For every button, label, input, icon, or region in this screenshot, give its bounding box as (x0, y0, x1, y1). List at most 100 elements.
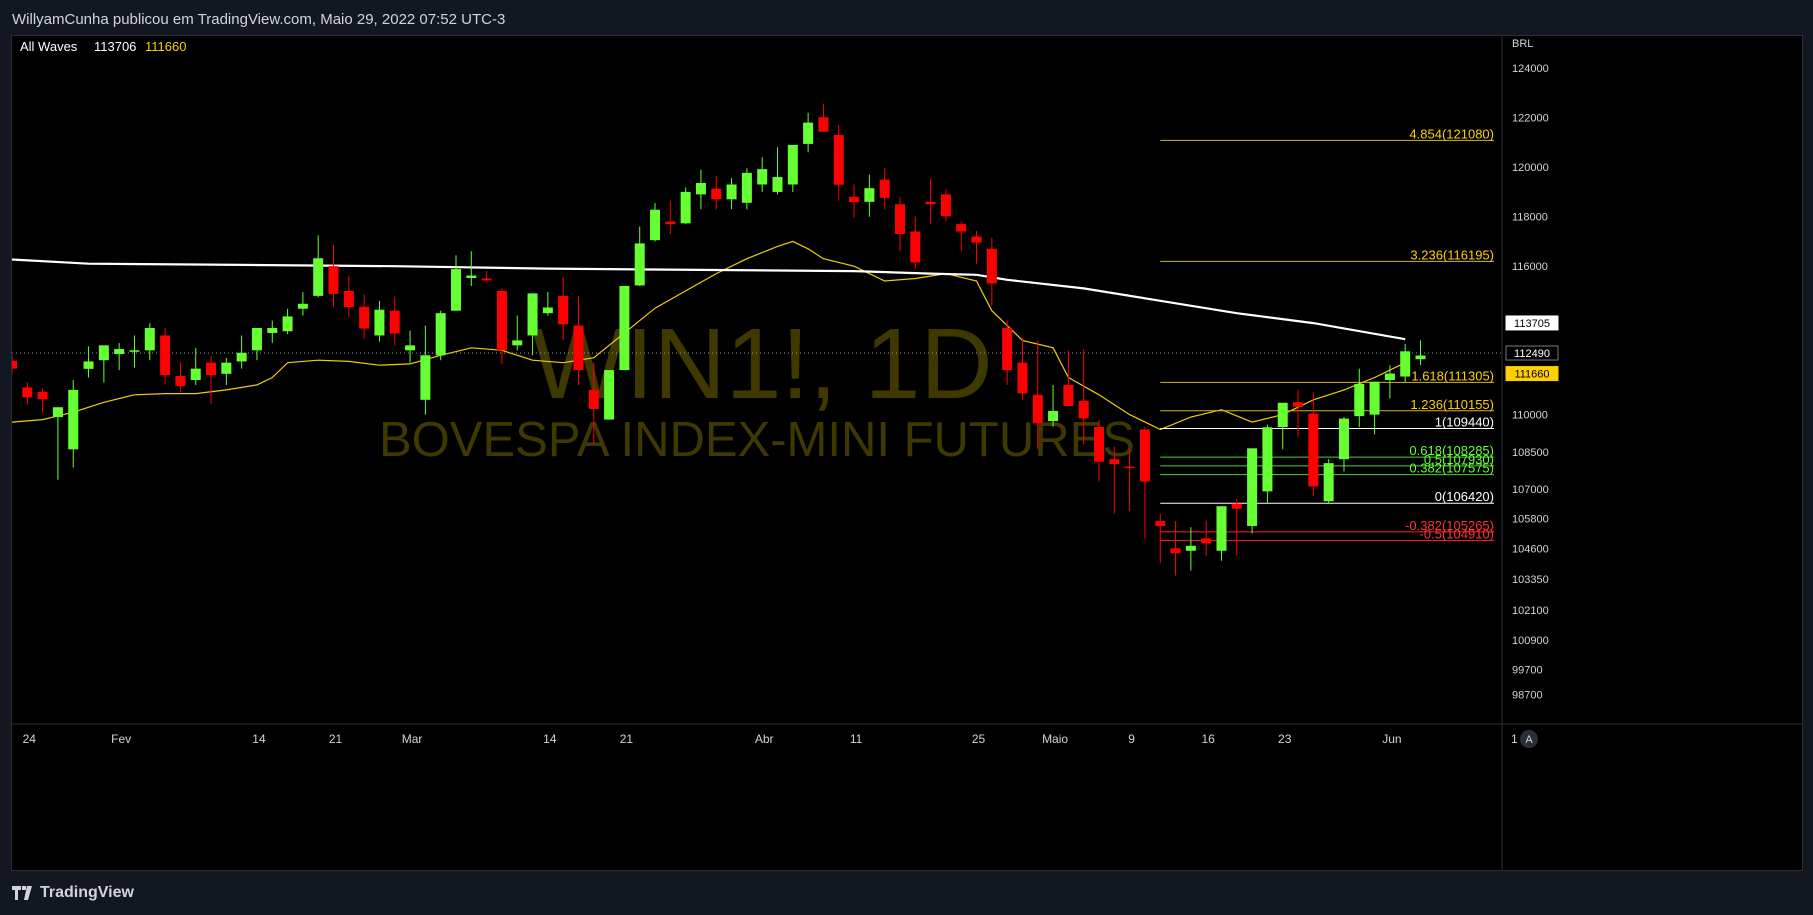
candle-body[interactable] (236, 352, 247, 362)
candle-body[interactable] (1354, 383, 1365, 417)
candle-body[interactable] (420, 355, 431, 400)
candle-body[interactable] (175, 376, 186, 386)
candle-body[interactable] (1155, 521, 1166, 527)
candle-body[interactable] (849, 196, 860, 203)
candle-body[interactable] (389, 310, 400, 334)
tradingview-logo[interactable]: TradingView (12, 884, 134, 902)
candle-body[interactable] (1262, 427, 1273, 492)
candle-body[interactable] (910, 231, 921, 263)
candle-body[interactable] (619, 285, 630, 371)
candle-body[interactable] (940, 194, 951, 217)
candle-body[interactable] (1109, 459, 1120, 465)
candle-body[interactable] (864, 188, 875, 202)
candle-body[interactable] (925, 201, 936, 205)
candle-body[interactable] (986, 248, 997, 284)
candle-body[interactable] (894, 204, 905, 234)
candle-body[interactable] (435, 313, 446, 356)
candle-body[interactable] (1063, 384, 1074, 406)
candle-body[interactable] (1293, 402, 1304, 407)
candle-body[interactable] (1369, 381, 1380, 415)
candle-body[interactable] (374, 309, 385, 336)
candle-body[interactable] (833, 134, 844, 185)
time-axis[interactable]: 24 Fev 14 21 Mar 14 21 Abr 11 25 Maio 9 16 23 Jun 1 (23, 732, 1518, 746)
candle-body[interactable] (1247, 448, 1258, 527)
candle-body[interactable] (1415, 355, 1426, 360)
candle-body[interactable] (450, 269, 461, 311)
candle-body[interactable] (1216, 506, 1227, 551)
candle-body[interactable] (129, 350, 140, 352)
candle-body[interactable] (1338, 418, 1349, 460)
candle-body[interactable] (1170, 548, 1181, 554)
candle-body[interactable] (1201, 538, 1212, 544)
candle-body[interactable] (83, 361, 94, 369)
candle-body[interactable] (343, 290, 354, 307)
candle-body[interactable] (98, 345, 109, 361)
price-axis[interactable]: 124000 122000 120000 118000 116000 110000 1085… (1505, 63, 1559, 701)
candle-body[interactable] (114, 349, 125, 355)
candle-body[interactable] (604, 370, 615, 420)
candle-body[interactable] (144, 328, 155, 351)
candle-body[interactable] (1078, 400, 1089, 419)
candle-body[interactable] (267, 328, 278, 333)
candle-body[interactable] (634, 243, 645, 286)
candle-body[interactable] (803, 122, 814, 144)
candle-body[interactable] (1323, 463, 1334, 502)
candle-body[interactable] (405, 345, 416, 351)
candle-body[interactable] (466, 275, 477, 279)
candle-body[interactable] (558, 295, 569, 325)
candle-body[interactable] (711, 188, 722, 200)
auto-scale-button[interactable]: A (1520, 730, 1538, 748)
candle-body[interactable] (1308, 413, 1319, 487)
chart-area[interactable]: WIN1!, 1D BOVESPA INDEX-MINI FUTURES 4.8… (0, 35, 1803, 871)
candle-body[interactable] (1139, 429, 1150, 482)
candle-body[interactable] (1384, 373, 1395, 380)
candle-body[interactable] (1017, 362, 1028, 394)
candle-body[interactable] (665, 221, 676, 225)
candle-body[interactable] (251, 328, 262, 351)
candle-body[interactable] (1048, 410, 1059, 422)
candle-body[interactable] (1124, 466, 1135, 469)
candle-body[interactable] (741, 172, 752, 203)
candle-body[interactable] (1277, 402, 1288, 428)
candle-body[interactable] (160, 335, 171, 376)
candle-body[interactable] (68, 389, 79, 450)
candle-body[interactable] (297, 303, 308, 309)
candle-body[interactable] (359, 306, 370, 329)
candle-body[interactable] (680, 191, 691, 224)
candle-body[interactable] (512, 340, 523, 346)
candle-body[interactable] (7, 360, 17, 369)
candle-body[interactable] (1185, 545, 1196, 551)
candle-body[interactable] (879, 179, 890, 198)
candle-body[interactable] (772, 177, 783, 192)
candle-body[interactable] (1002, 328, 1013, 371)
candle-body[interactable] (971, 236, 982, 243)
candle-body[interactable] (313, 258, 324, 296)
candle-body[interactable] (757, 169, 768, 185)
candle-body[interactable] (527, 293, 538, 336)
candlestick-chart[interactable]: WIN1!, 1D BOVESPA INDEX-MINI FUTURES 4.8… (0, 36, 1802, 870)
candle-body[interactable] (52, 407, 63, 418)
candle-body[interactable] (818, 117, 829, 132)
candle-body[interactable] (787, 144, 798, 185)
candle-body[interactable] (481, 278, 492, 281)
date-tick-label: Maio (1042, 732, 1068, 746)
candle-body[interactable] (282, 316, 293, 332)
candle-body[interactable] (1400, 351, 1411, 377)
candle-body[interactable] (206, 362, 217, 376)
candle-body[interactable] (190, 368, 201, 380)
candle-body[interactable] (542, 307, 553, 314)
candle-body[interactable] (573, 325, 584, 371)
candle-body[interactable] (588, 389, 599, 409)
candle-body[interactable] (956, 224, 967, 232)
candle-body[interactable] (726, 184, 737, 200)
candle-body[interactable] (1094, 427, 1105, 462)
candle-body[interactable] (1032, 394, 1043, 424)
candle-body[interactable] (695, 183, 706, 195)
candle-body[interactable] (37, 391, 48, 400)
candle-body[interactable] (650, 209, 661, 241)
candle-body[interactable] (1231, 503, 1242, 509)
candle-body[interactable] (221, 362, 232, 374)
candle-body[interactable] (328, 266, 339, 294)
candle-body[interactable] (496, 290, 507, 351)
candle-body[interactable] (22, 387, 33, 398)
